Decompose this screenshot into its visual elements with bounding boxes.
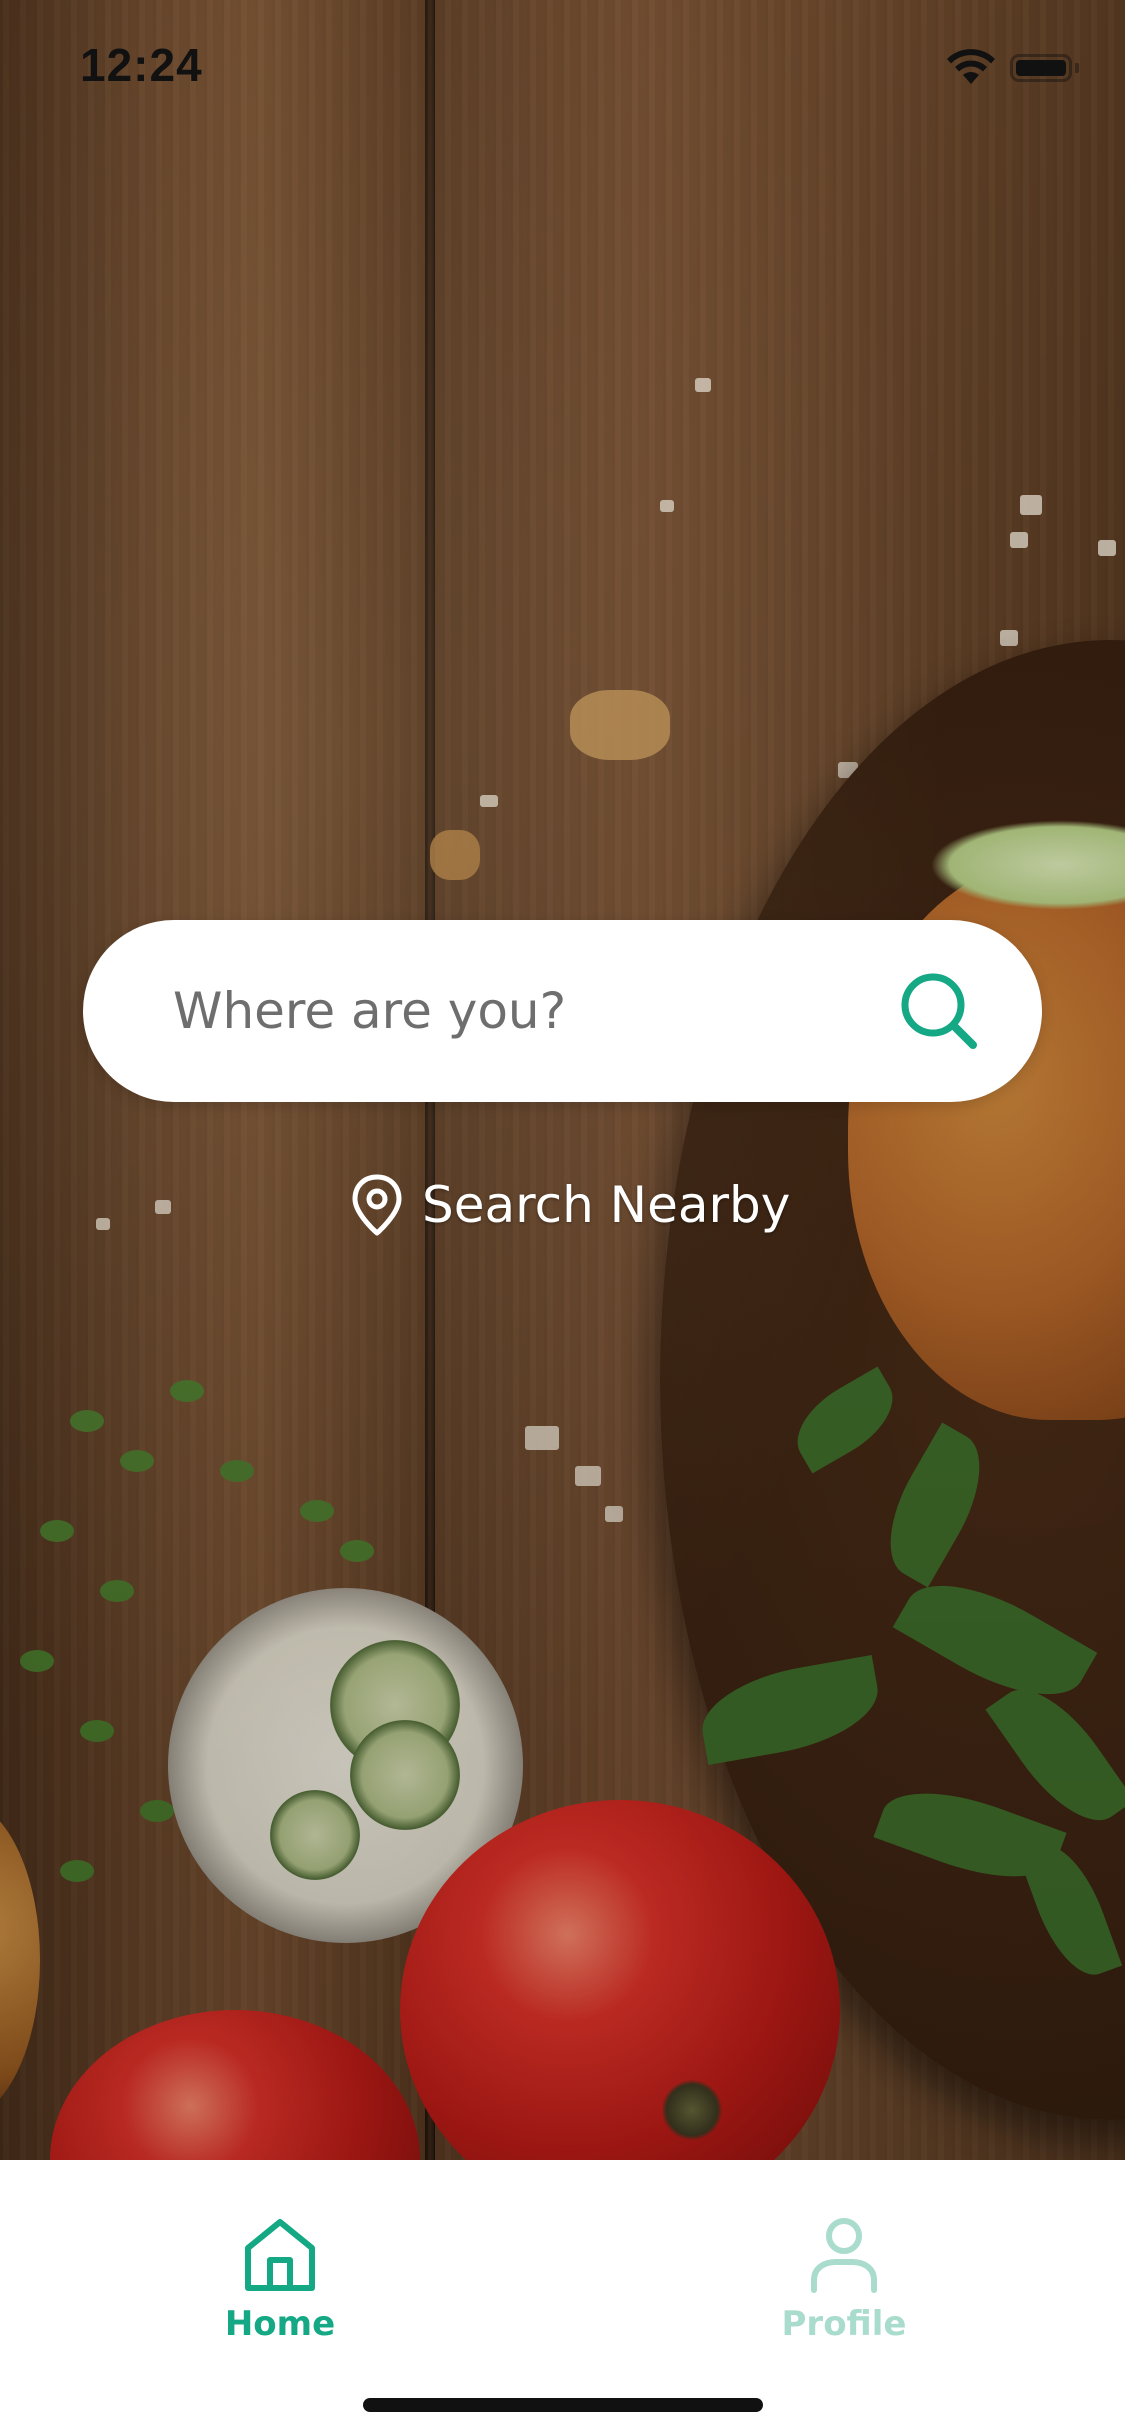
- tab-profile-label: Profile: [781, 2304, 907, 2344]
- battery-level: [1016, 60, 1066, 76]
- status-time: 12:24: [80, 39, 203, 91]
- tab-home[interactable]: Home: [160, 2214, 400, 2344]
- location-pin-icon: [352, 1174, 402, 1236]
- tab-bar: Home Profile: [0, 2160, 1125, 2436]
- search-nearby-label: Search Nearby: [422, 1176, 791, 1234]
- tab-home-label: Home: [224, 2304, 336, 2344]
- wifi-icon: [947, 49, 995, 84]
- home-icon: [245, 2219, 315, 2291]
- search-icon[interactable]: [895, 967, 985, 1057]
- location-search-input[interactable]: [173, 964, 873, 1058]
- home-indicator[interactable]: [363, 2398, 763, 2412]
- status-bar: 12:24: [0, 0, 1125, 132]
- battery-cap: [1075, 63, 1079, 73]
- location-search-bar[interactable]: [83, 920, 1042, 1102]
- search-nearby-button[interactable]: Search Nearby: [350, 1170, 790, 1240]
- battery-icon: [1010, 54, 1072, 82]
- tab-profile[interactable]: Profile: [724, 2214, 964, 2344]
- user-icon: [811, 2218, 877, 2293]
